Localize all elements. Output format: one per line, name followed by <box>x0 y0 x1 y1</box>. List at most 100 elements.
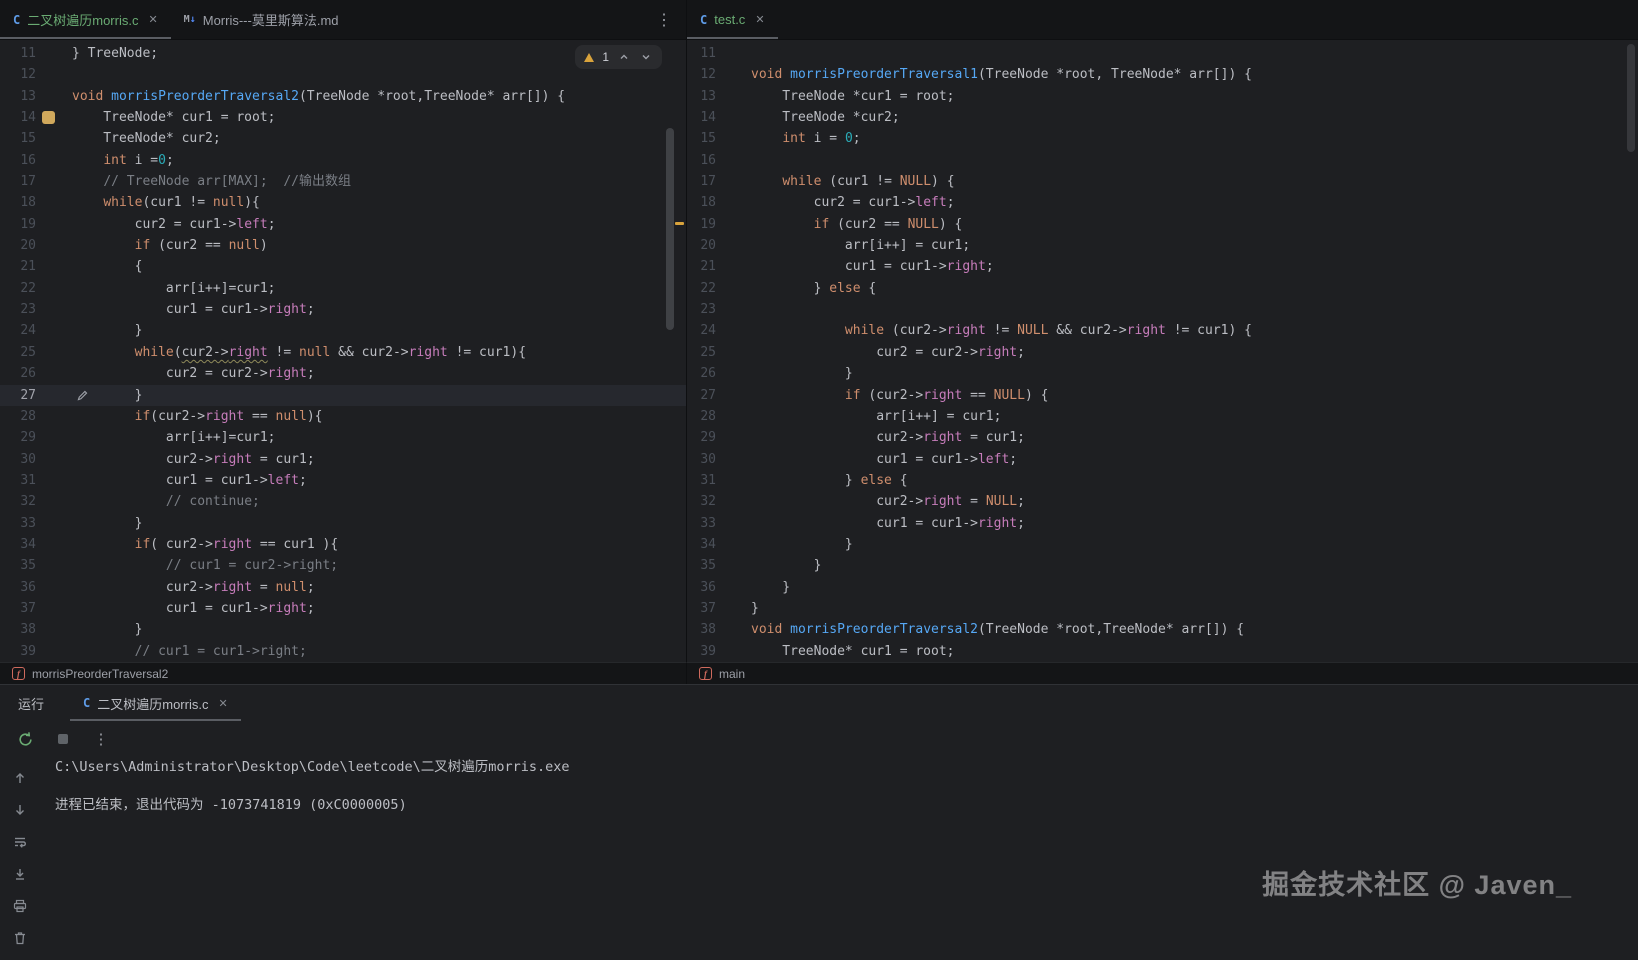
code-text[interactable] <box>716 299 751 320</box>
print-button[interactable] <box>9 895 31 917</box>
clear-console-button[interactable] <box>9 927 31 949</box>
console-output[interactable]: C:\Users\Administrator\Desktop\Code\leet… <box>55 758 570 815</box>
code-text[interactable]: } <box>716 577 790 598</box>
code-text[interactable]: // continue; <box>36 491 260 512</box>
line-number[interactable]: 11 <box>688 43 716 64</box>
line-number[interactable]: 38 <box>0 619 36 640</box>
code-text[interactable]: arr[i++]=cur1; <box>36 278 276 299</box>
line-number[interactable]: 33 <box>688 513 716 534</box>
code-text[interactable]: } <box>716 534 853 555</box>
code-text[interactable]: arr[i++] = cur1; <box>716 235 970 256</box>
line-number[interactable]: 29 <box>688 427 716 448</box>
code-text[interactable]: void morrisPreorderTraversal2(TreeNode *… <box>36 86 565 107</box>
rerun-button[interactable] <box>14 728 36 750</box>
line-number[interactable]: 28 <box>0 406 36 427</box>
line-number[interactable]: 38 <box>688 619 716 640</box>
code-text[interactable]: TreeNode* cur1 = root; <box>716 641 955 662</box>
line-number[interactable]: 24 <box>688 320 716 341</box>
line-number[interactable]: 28 <box>688 406 716 427</box>
code-text[interactable]: cur1 = cur1->left; <box>36 470 307 491</box>
code-text[interactable]: // cur1 = cur2->right; <box>36 555 338 576</box>
code-text[interactable]: } <box>716 598 759 619</box>
code-text[interactable]: // cur1 = cur1->right; <box>36 641 307 662</box>
chevron-down-icon[interactable] <box>639 50 653 64</box>
soft-wrap-button[interactable] <box>9 831 31 853</box>
code-text[interactable]: TreeNode* cur1 = root; <box>36 107 276 128</box>
breadcrumb-bar-left[interactable]: f morrisPreorderTraversal2 <box>0 662 687 684</box>
code-text[interactable]: cur2->right = NULL; <box>716 491 1025 512</box>
code-text[interactable]: int i = 0; <box>716 128 861 149</box>
close-icon[interactable]: ✕ <box>148 13 157 26</box>
scroll-to-end-button[interactable] <box>9 863 31 885</box>
line-number[interactable]: 37 <box>0 598 36 619</box>
editor-tab[interactable]: C二叉树遍历morris.c✕ <box>70 685 241 721</box>
code-text[interactable]: while(cur1 != null){ <box>36 192 260 213</box>
run-tool-window-title[interactable]: 运行 <box>18 685 44 721</box>
line-number[interactable]: 26 <box>0 363 36 384</box>
code-text[interactable]: cur2 = cur2->right; <box>36 363 315 384</box>
code-text[interactable]: if(cur2->right == null){ <box>36 406 323 427</box>
bookmark-icon[interactable] <box>42 111 55 124</box>
code-text[interactable]: cur2 = cur1->left; <box>36 214 276 235</box>
breadcrumb-function[interactable]: main <box>719 667 745 681</box>
line-number[interactable]: 12 <box>688 64 716 85</box>
code-text[interactable]: TreeNode* cur2; <box>36 128 221 149</box>
line-number[interactable]: 22 <box>688 278 716 299</box>
line-number[interactable]: 39 <box>688 641 716 662</box>
line-number[interactable]: 29 <box>0 427 36 448</box>
code-text[interactable]: } <box>36 619 142 640</box>
line-number[interactable]: 13 <box>688 86 716 107</box>
tab-options-icon[interactable]: ⋮ <box>656 0 672 40</box>
line-number[interactable]: 23 <box>688 299 716 320</box>
code-text[interactable]: cur2->right = cur1; <box>716 427 1025 448</box>
line-number[interactable]: 12 <box>0 64 36 85</box>
line-number[interactable]: 31 <box>0 470 36 491</box>
code-text[interactable]: } TreeNode; <box>36 43 158 64</box>
code-text[interactable]: void morrisPreorderTraversal2(TreeNode *… <box>716 619 1244 640</box>
code-text[interactable]: void morrisPreorderTraversal1(TreeNode *… <box>716 64 1252 85</box>
code-text[interactable]: } <box>716 555 821 576</box>
line-number[interactable]: 25 <box>688 342 716 363</box>
line-number[interactable]: 30 <box>0 449 36 470</box>
editor-tab[interactable]: C二叉树遍历morris.c✕ <box>0 0 171 39</box>
code-editor-left[interactable]: 11} TreeNode;1213void morrisPreorderTrav… <box>0 40 687 662</box>
navigate-up-button[interactable] <box>9 767 31 789</box>
line-number[interactable]: 22 <box>0 278 36 299</box>
code-text[interactable]: int i =0; <box>36 150 174 171</box>
breadcrumb-function[interactable]: morrisPreorderTraversal2 <box>32 667 168 681</box>
line-number[interactable]: 26 <box>688 363 716 384</box>
code-text[interactable]: TreeNode *cur1 = root; <box>716 86 955 107</box>
line-number[interactable]: 19 <box>688 214 716 235</box>
line-number[interactable]: 36 <box>688 577 716 598</box>
line-number[interactable]: 18 <box>688 192 716 213</box>
line-number[interactable]: 15 <box>0 128 36 149</box>
code-text[interactable]: { <box>36 256 142 277</box>
code-text[interactable]: } <box>716 363 853 384</box>
code-text[interactable]: cur2 = cur1->left; <box>716 192 955 213</box>
scrollbar-thumb[interactable] <box>1627 44 1635 152</box>
stop-button[interactable] <box>52 728 74 750</box>
code-text[interactable]: if( cur2->right == cur1 ){ <box>36 534 338 555</box>
line-number[interactable]: 25 <box>0 342 36 363</box>
line-number[interactable]: 21 <box>0 256 36 277</box>
line-number[interactable]: 21 <box>688 256 716 277</box>
line-number[interactable]: 23 <box>0 299 36 320</box>
close-icon[interactable]: ✕ <box>755 13 764 26</box>
code-text[interactable]: arr[i++] = cur1; <box>716 406 1001 427</box>
line-number[interactable]: 27 <box>688 385 716 406</box>
inspection-widget[interactable]: 1 <box>575 45 662 69</box>
line-number[interactable]: 24 <box>0 320 36 341</box>
code-text[interactable]: } else { <box>716 278 876 299</box>
line-number[interactable]: 11 <box>0 43 36 64</box>
line-number[interactable]: 34 <box>688 534 716 555</box>
line-number[interactable]: 36 <box>0 577 36 598</box>
line-number[interactable]: 33 <box>0 513 36 534</box>
line-number[interactable]: 39 <box>0 641 36 662</box>
more-options-icon[interactable]: ⋮ <box>90 728 112 750</box>
line-number[interactable]: 20 <box>0 235 36 256</box>
code-text[interactable]: } <box>36 385 142 406</box>
line-number[interactable]: 30 <box>688 449 716 470</box>
line-number[interactable]: 15 <box>688 128 716 149</box>
navigate-down-button[interactable] <box>9 799 31 821</box>
code-text[interactable]: } <box>36 513 142 534</box>
